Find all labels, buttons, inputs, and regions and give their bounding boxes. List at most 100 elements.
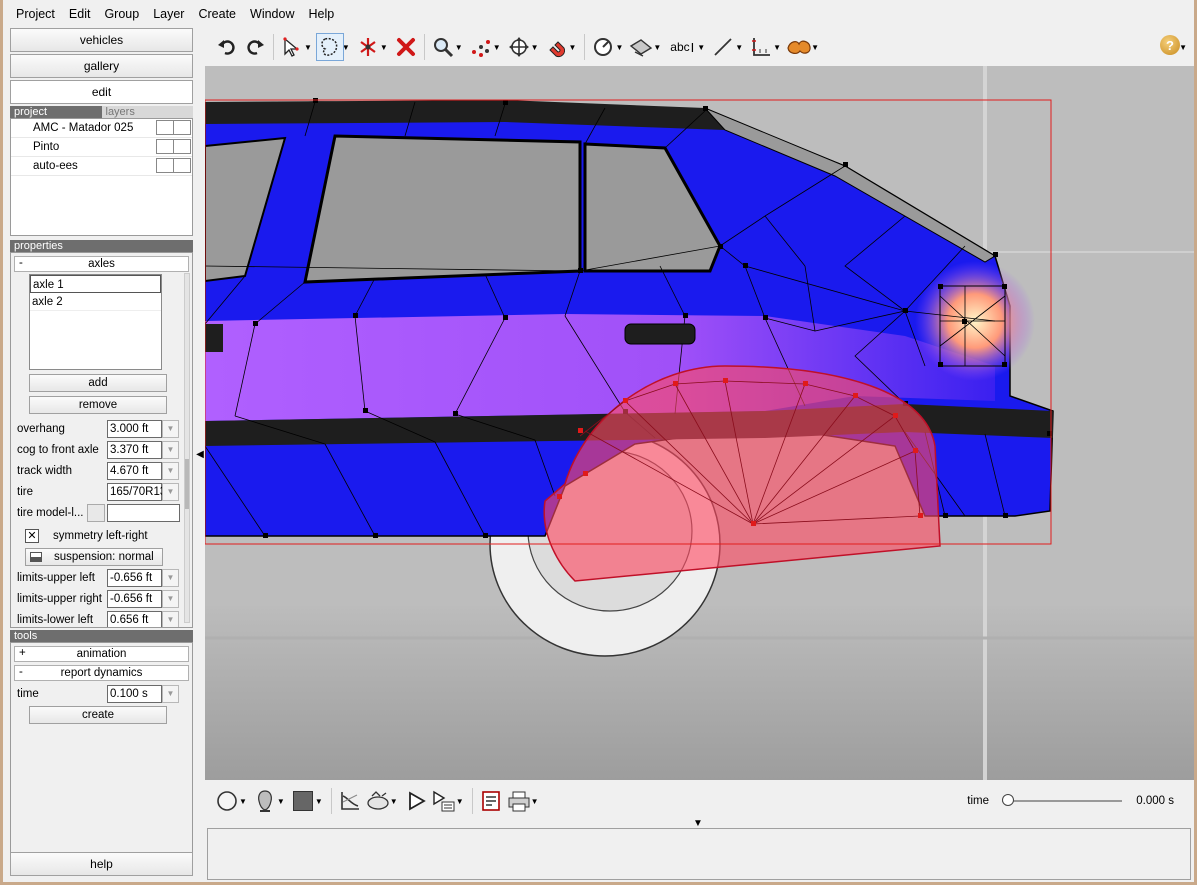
head-icon[interactable] <box>251 787 279 815</box>
properties-scrollbar[interactable] <box>184 273 190 623</box>
help-icon[interactable]: ? <box>1160 35 1180 55</box>
report-icon[interactable] <box>477 787 505 815</box>
create-button[interactable]: create <box>29 706 167 724</box>
toolbar-separator <box>330 788 332 814</box>
field-label: overhang <box>17 422 65 435</box>
gallery-button[interactable]: gallery <box>10 54 193 78</box>
tab-project[interactable]: project <box>10 106 102 118</box>
time-field[interactable]: 0.100 s <box>107 684 162 703</box>
list-item[interactable]: Pinto <box>11 138 192 157</box>
time-slider[interactable] <box>1002 800 1122 802</box>
tire-field[interactable]: 165/70R13 <box>107 482 166 501</box>
floor <box>205 606 1194 780</box>
undo-icon[interactable] <box>213 33 241 61</box>
track-width-row: track width 4.670 ft ▼ <box>11 460 192 481</box>
split-vertex-icon[interactable] <box>354 33 382 61</box>
lock-checkbox[interactable] <box>173 120 191 135</box>
menu-group[interactable]: Group <box>97 7 146 21</box>
add-axle-button[interactable]: add <box>29 374 167 392</box>
dimension-icon[interactable] <box>747 33 775 61</box>
time-slider-handle[interactable] <box>1002 794 1014 806</box>
symmetry-label: symmetry left-right <box>53 529 148 542</box>
spin-down-icon[interactable]: ▼ <box>162 610 179 627</box>
play-icon[interactable] <box>402 787 430 815</box>
menu-help[interactable]: Help <box>301 7 341 21</box>
menu-create[interactable]: Create <box>191 7 243 21</box>
zoom-icon[interactable] <box>429 33 457 61</box>
scene-canvas[interactable] <box>205 66 1194 780</box>
remove-axle-button[interactable]: remove <box>29 396 167 414</box>
spin-down-icon[interactable]: ▼ <box>162 419 179 438</box>
visibility-checkbox[interactable] <box>156 158 174 173</box>
suspension-button[interactable]: suspension: normal <box>25 547 163 566</box>
select-arrow-icon[interactable] <box>278 33 306 61</box>
tire-model-picker[interactable] <box>87 503 105 522</box>
spin-down-icon[interactable]: ▼ <box>162 684 179 703</box>
delete-icon[interactable] <box>392 33 420 61</box>
limit-upper-left-field[interactable]: -0.656 ft <box>107 568 162 587</box>
limit-lower-left-field[interactable]: 0.656 ft <box>107 610 162 627</box>
tab-layers[interactable]: layers <box>101 106 193 118</box>
animation-section-toggle[interactable]: + animation <box>14 646 189 662</box>
limit-upper-right-field[interactable]: -0.656 ft <box>107 589 162 608</box>
field-label: cog to front axle <box>17 443 99 456</box>
lock-checkbox[interactable] <box>173 139 191 154</box>
list-item[interactable]: axle 1 <box>30 275 161 293</box>
print-icon[interactable] <box>505 787 533 815</box>
menu-project[interactable]: Project <box>9 7 62 21</box>
color-swatch-icon[interactable] <box>289 787 317 815</box>
3d-viewport[interactable] <box>205 66 1194 780</box>
menu-window[interactable]: Window <box>243 7 301 21</box>
pan-icon[interactable] <box>505 33 533 61</box>
sphere-icon[interactable] <box>213 787 241 815</box>
spin-down-icon[interactable]: ▼ <box>162 568 179 587</box>
door-handle <box>624 323 696 345</box>
measure-dial-icon[interactable] <box>589 33 617 61</box>
toolbar-separator <box>273 34 274 60</box>
track-width-field[interactable]: 4.670 ft <box>107 461 162 480</box>
lock-checkbox[interactable] <box>173 158 191 173</box>
symmetry-checkbox[interactable]: ✕ <box>25 528 39 543</box>
magnet-icon[interactable] <box>543 33 571 61</box>
list-item[interactable]: auto-ees <box>11 157 192 176</box>
suspension-row: suspension: normal <box>11 546 192 567</box>
spin-down-icon[interactable]: ▼ <box>162 461 179 480</box>
chevron-down-icon[interactable]: ▼ <box>1179 43 1187 52</box>
spin-down-icon[interactable]: ▼ <box>162 589 179 608</box>
tire-model-field[interactable] <box>107 503 180 522</box>
field-label: limits-upper right <box>17 592 102 605</box>
text-tool-icon[interactable]: abc I <box>665 33 699 61</box>
project-item-label: auto-ees <box>33 160 78 172</box>
vehicles-button[interactable]: vehicles <box>10 28 193 52</box>
skid-mark-icon[interactable] <box>785 33 813 61</box>
spin-down-icon[interactable]: ▼ <box>162 482 179 501</box>
overhang-field[interactable]: 3.000 ft <box>107 419 162 438</box>
report-dynamics-toggle[interactable]: - report dynamics <box>14 665 189 681</box>
toolbar-separator <box>471 788 473 814</box>
skid-animation-icon[interactable] <box>364 787 392 815</box>
axles-section-toggle[interactable]: - axles <box>14 256 189 272</box>
scrollbar-thumb[interactable] <box>185 459 189 509</box>
lasso-select-icon[interactable] <box>315 33 344 61</box>
surface-icon[interactable] <box>627 33 655 61</box>
cog-field[interactable]: 3.370 ft <box>107 440 162 459</box>
report-dynamics-label: report dynamics <box>60 667 143 679</box>
menu-edit[interactable]: Edit <box>62 7 98 21</box>
visibility-checkbox[interactable] <box>156 139 174 154</box>
edit-button[interactable]: edit <box>10 80 193 104</box>
bottom-toolbar: ▼ ▼ ▼ ▼ ▼ ▼ time 0.000 s <box>205 781 1194 821</box>
symmetry-row: ✕ symmetry left-right <box>11 525 192 546</box>
redo-icon[interactable] <box>241 33 269 61</box>
play-options-icon[interactable] <box>430 787 458 815</box>
help-button[interactable]: help <box>10 852 193 876</box>
spin-down-icon[interactable]: ▼ <box>162 440 179 459</box>
menu-layer[interactable]: Layer <box>146 7 191 21</box>
project-item-label: AMC - Matador 025 <box>33 122 134 134</box>
line-tool-icon[interactable] <box>709 33 737 61</box>
collapse-left-handle[interactable]: ◀ <box>195 447 205 463</box>
list-item[interactable]: axle 2 <box>30 293 161 311</box>
list-item[interactable]: AMC - Matador 025 <box>11 119 192 138</box>
visibility-checkbox[interactable] <box>156 120 174 135</box>
points-icon[interactable] <box>467 33 495 61</box>
graph-icon[interactable] <box>336 787 364 815</box>
